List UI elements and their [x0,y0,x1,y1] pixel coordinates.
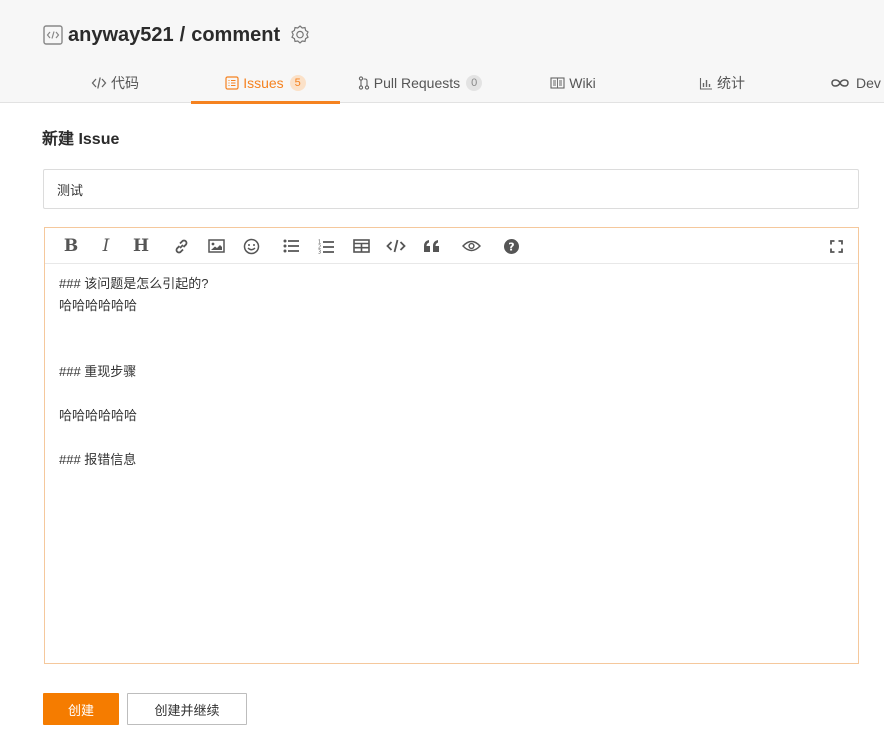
pull-request-icon [358,76,369,90]
tab-devops[interactable]: Dev [830,63,884,103]
tab-pull-requests[interactable]: Pull Requests 0 [352,63,488,103]
repo-header: anyway521 / comment 代码 Issues 5 Pull Req… [0,0,884,104]
code-repo-icon [43,25,63,45]
repo-title: anyway521 / comment [43,22,311,48]
issue-title-input[interactable] [43,169,859,209]
svg-text:?: ? [508,240,514,253]
issue-body-textarea[interactable]: ### 该问题是怎么引起的? 哈哈哈哈哈哈 ### 重现步骤 哈哈哈哈哈哈 ##… [59,273,844,471]
chart-icon [699,77,712,90]
repo-owner[interactable]: anyway521 [68,24,174,47]
italic-icon: I [102,236,110,256]
image-button[interactable] [206,236,226,256]
tab-wiki[interactable]: Wiki [530,63,616,103]
tab-issues[interactable]: Issues 5 [191,63,340,104]
emoji-icon [243,238,259,254]
emoji-button[interactable] [241,236,261,256]
tab-devops-label: Dev [856,75,881,91]
heading-icon: H [132,236,150,256]
fullscreen-icon [829,239,843,253]
tab-pull-requests-label: Pull Requests [373,75,461,91]
wiki-icon [550,77,565,89]
image-icon [207,239,225,253]
quote-button[interactable] [421,236,441,256]
code-button[interactable] [386,236,406,256]
award-badge-icon[interactable] [289,24,311,46]
tab-wiki-label: Wiki [569,75,596,91]
tab-issues-count: 5 [289,75,306,91]
help-icon: ? [503,238,519,254]
table-button[interactable] [351,236,371,256]
code-block-icon [386,239,406,253]
tab-pull-requests-count: 0 [466,75,483,91]
bold-button[interactable]: B [61,236,81,256]
code-icon [91,77,107,89]
ordered-list-icon: 1 2 3 [318,239,334,254]
page-title: 新建 Issue [42,131,120,148]
tab-statistics-label: 统计 [717,75,745,91]
repo-separator: / [179,23,186,46]
preview-button[interactable] [461,236,481,256]
eye-icon [461,240,481,252]
issues-icon [225,76,239,90]
editor-toolbar: B I H 1 2 3 ? [45,228,858,264]
markdown-editor: B I H 1 2 3 ? ### 该问题是怎么引起的? 哈哈哈哈哈哈 ### … [44,227,859,664]
help-button[interactable]: ? [501,236,521,256]
repo-tabs: 代码 Issues 5 Pull Requests 0 Wiki 统计 Dev [0,63,884,104]
infinity-icon [831,79,849,87]
unordered-list-icon [283,239,299,253]
ordered-list-button[interactable]: 1 2 3 [316,236,336,256]
fullscreen-button[interactable] [826,236,846,256]
tab-code[interactable]: 代码 [60,63,170,103]
unordered-list-button[interactable] [281,236,301,256]
tab-issues-label: Issues [243,75,284,91]
tab-code-label: 代码 [111,75,139,91]
link-button[interactable] [171,236,191,256]
bold-icon: B [63,236,79,256]
table-icon [352,239,370,253]
italic-button[interactable]: I [96,236,116,256]
svg-text:3: 3 [318,249,321,254]
tab-statistics[interactable]: 统计 [680,63,764,103]
repo-name[interactable]: comment [191,24,280,47]
create-and-continue-button[interactable]: 创建并继续 [127,693,247,725]
link-icon [175,239,187,253]
quote-icon [423,240,439,252]
heading-button[interactable]: H [131,236,151,256]
create-button[interactable]: 创建 [43,693,119,725]
